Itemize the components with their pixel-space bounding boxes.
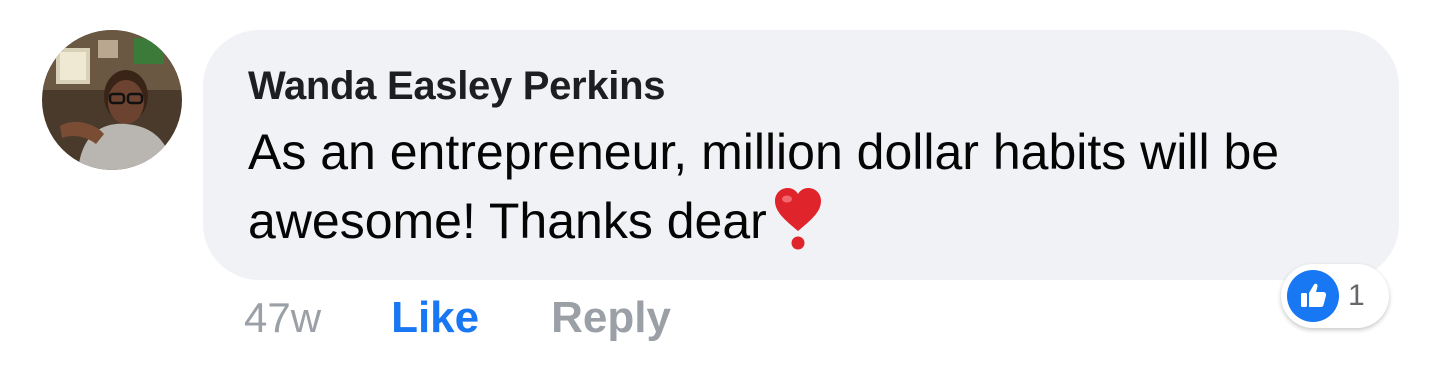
like-reaction-icon <box>1287 270 1339 322</box>
heart-exclamation-icon <box>771 186 825 269</box>
comment-text-container: As an entrepreneur, million dollar habit… <box>248 118 1348 269</box>
like-button[interactable]: Like <box>391 293 479 343</box>
author-name[interactable]: Wanda Easley Perkins <box>248 60 1359 112</box>
comment-text: As an entrepreneur, million dollar habit… <box>248 124 1280 249</box>
timestamp[interactable]: 47w <box>244 294 321 342</box>
avatar-photo <box>42 30 182 170</box>
comment-actions: 47w Like Reply <box>244 288 671 348</box>
reply-button[interactable]: Reply <box>551 293 671 343</box>
thumbs-up-icon <box>1301 283 1327 307</box>
reaction-count: 1 <box>1348 279 1365 312</box>
comment: Wanda Easley Perkins As an entrepreneur,… <box>0 0 1440 382</box>
avatar[interactable] <box>42 30 182 170</box>
reaction-summary[interactable]: 1 <box>1281 264 1389 328</box>
comment-bubble: Wanda Easley Perkins As an entrepreneur,… <box>203 30 1399 280</box>
